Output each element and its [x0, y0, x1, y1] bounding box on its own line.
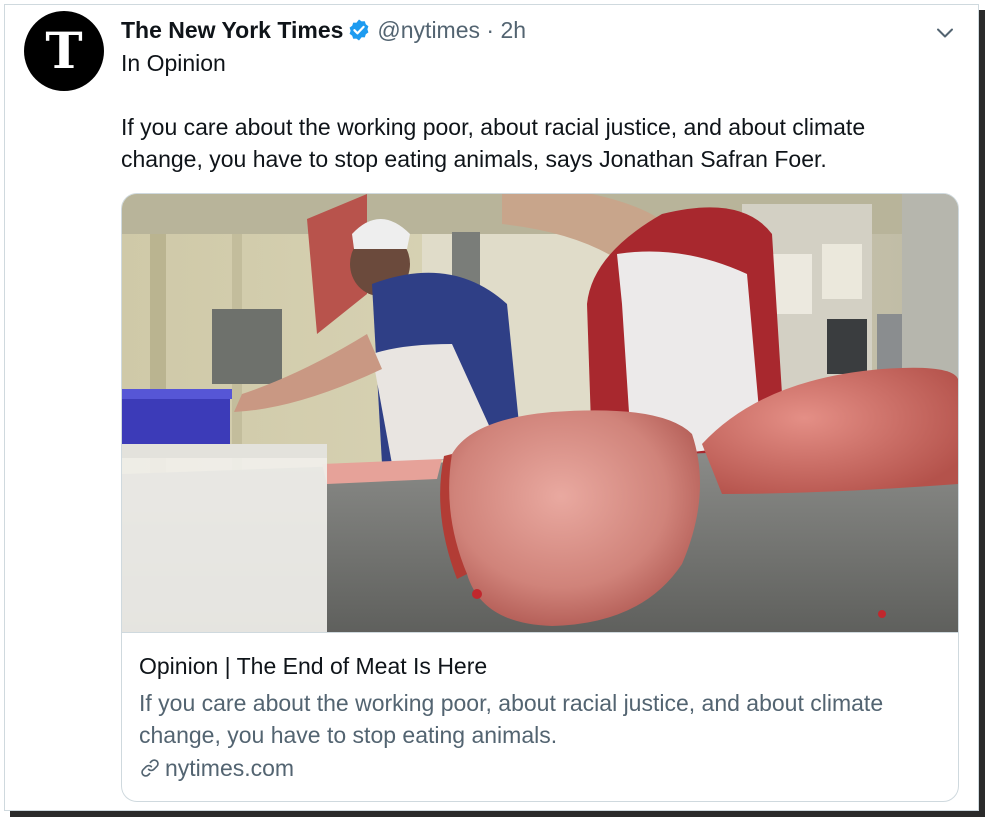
- link-preview-card[interactable]: Opinion | The End of Meat Is Here If you…: [121, 193, 959, 802]
- meta-separator: ·: [486, 17, 495, 43]
- card-domain-text: nytimes.com: [165, 755, 295, 781]
- tweet-context-label: In Opinion: [121, 50, 226, 76]
- card-description: If you care about the working poor, abou…: [139, 690, 884, 748]
- card-body[interactable]: Opinion | The End of Meat Is Here If you…: [122, 632, 958, 801]
- card-domain[interactable]: nytimes.com: [139, 755, 294, 782]
- verified-badge-icon: [347, 18, 371, 42]
- tweet-header: The New York Times @nytimes · 2h: [121, 15, 526, 45]
- nytimes-avatar[interactable]: T: [24, 11, 104, 91]
- author-name[interactable]: The New York Times: [121, 17, 343, 43]
- tweet-timestamp[interactable]: 2h: [500, 17, 526, 43]
- card-image[interactable]: [122, 194, 958, 632]
- tweet-text: If you care about the working poor, abou…: [121, 114, 866, 172]
- chevron-down-icon[interactable]: [933, 21, 957, 45]
- butcher-shop-photo-icon: [122, 194, 958, 632]
- author-handle[interactable]: @nytimes: [377, 17, 480, 43]
- card-title[interactable]: Opinion | The End of Meat Is Here: [139, 653, 487, 680]
- tweet-container: T The New York Times @nytimes · 2h In Opi…: [4, 4, 979, 811]
- link-icon: [139, 757, 161, 779]
